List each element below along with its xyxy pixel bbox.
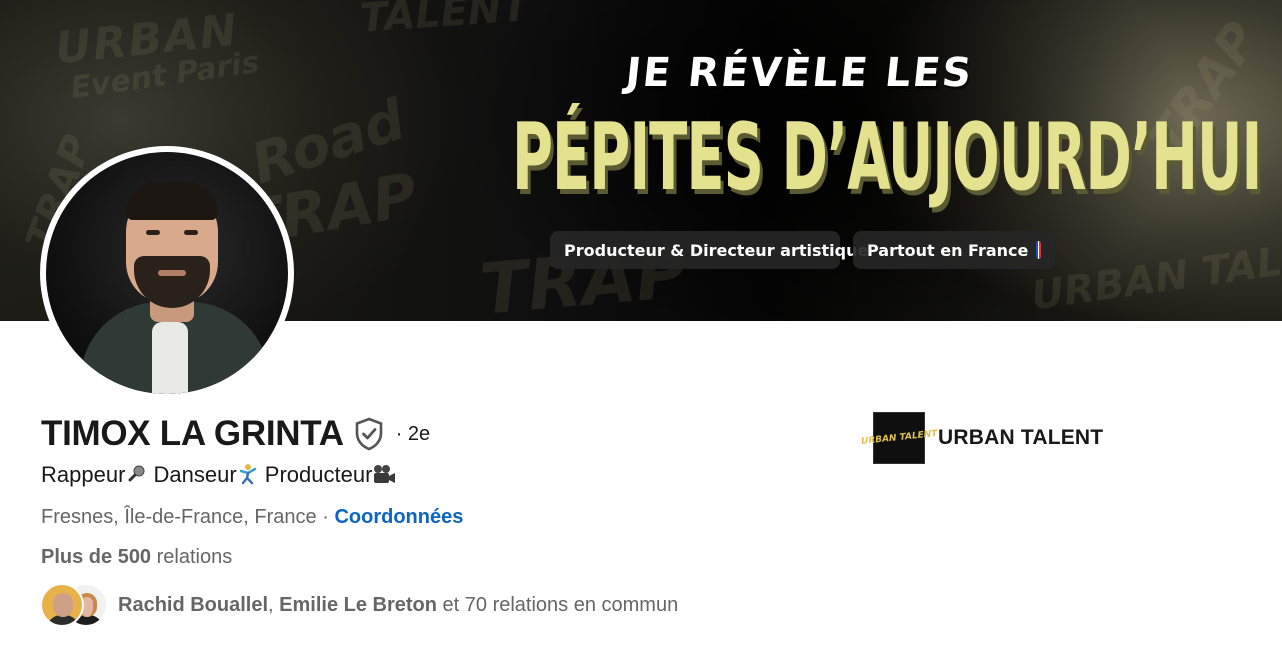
mutual-name-1: Rachid Bouallel: [118, 593, 269, 616]
mutual-connections-text: Rachid Bouallel, Emilie Le Breton et 70 …: [118, 594, 678, 617]
banner-headline-top: JE RÉVÈLE LES: [623, 50, 976, 96]
banner-pill-location-label: Partout en France: [867, 240, 1029, 260]
mutual-rest: et 70 relations en commun: [436, 593, 679, 616]
microphone-emoji-icon: [125, 463, 147, 485]
company-name: URBAN TALENT: [938, 426, 1104, 449]
company-logo: URBAN TALENT: [860, 412, 938, 464]
contact-info-link[interactable]: Coordonnées: [334, 506, 463, 528]
headline-part: Producteur: [258, 462, 373, 487]
connection-degree: · 2e: [395, 422, 431, 445]
headline-part: Rappeur: [41, 462, 126, 487]
separator: ·: [316, 506, 335, 528]
mutual-comma: ,: [268, 593, 280, 616]
company-logo-text: URBAN TALENT: [860, 428, 938, 447]
profile-location-row: Fresnes, Île-de-France, France · Coordon…: [41, 506, 463, 529]
connections-count[interactable]: Plus de 500 relations: [41, 546, 232, 569]
profile-photo: [46, 152, 288, 394]
banner-pill-role-label: Producteur & Directeur artistique: [564, 240, 869, 260]
profile-name-row: TIMOX LA GRINTA · 2e: [41, 414, 430, 454]
connections-count-label: relations: [151, 546, 233, 568]
headline-part: Danseur: [147, 462, 237, 487]
mutual-connections[interactable]: Rachid Bouallel, Emilie Le Breton et 70 …: [40, 583, 678, 627]
profile-name: TIMOX LA GRINTA: [41, 414, 344, 453]
avatar: [40, 583, 84, 627]
movie-camera-emoji-icon: [372, 463, 396, 485]
profile-avatar[interactable]: [40, 146, 294, 400]
profile-location: Fresnes, Île-de-France, France: [41, 506, 317, 528]
verified-shield-icon[interactable]: [354, 417, 384, 451]
france-flag-icon: [1036, 241, 1041, 259]
current-company[interactable]: URBAN TALENT URBAN TALENT: [860, 412, 1104, 464]
banner-watermark: TALENT: [358, 0, 531, 42]
banner-pill-role: Producteur & Directeur artistique: [550, 231, 868, 269]
connections-count-bold: Plus de 500: [41, 546, 152, 568]
mutual-name-2: Emilie Le Breton: [279, 593, 437, 616]
profile-headline: Rappeur Danseur Producteur: [41, 462, 396, 488]
dancer-emoji-icon: [237, 463, 259, 485]
banner-pill-location: Partout en France: [853, 231, 1055, 269]
